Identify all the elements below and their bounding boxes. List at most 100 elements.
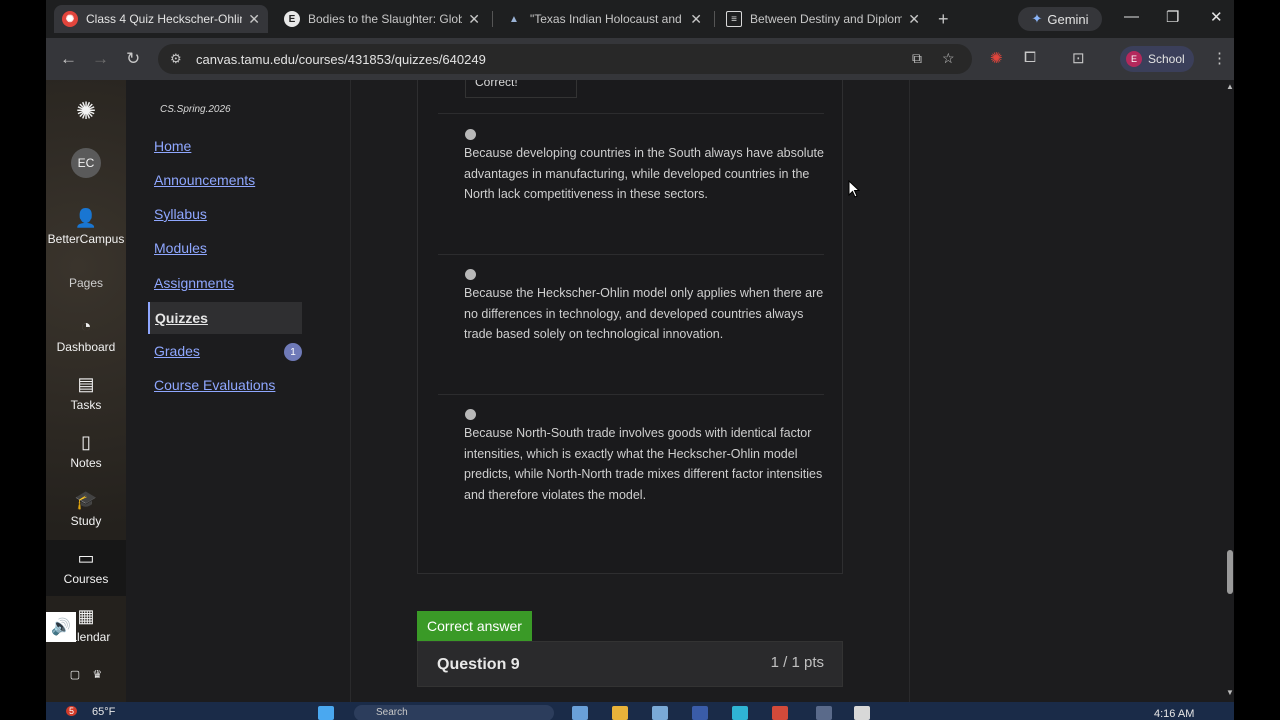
- e-icon: E: [284, 11, 300, 27]
- scroll-up-icon[interactable]: ▲: [1226, 82, 1234, 91]
- avatar: E: [1126, 51, 1142, 67]
- windows-start-icon[interactable]: [318, 706, 334, 720]
- tab-separator: [714, 11, 715, 27]
- notification-badge: 5: [66, 706, 78, 716]
- install-icon[interactable]: ⧉: [912, 50, 922, 67]
- course-term: CS.Spring.2026: [160, 104, 231, 115]
- question-points: 1 / 1 pts: [770, 654, 824, 671]
- close-icon[interactable]: ✕: [468, 11, 480, 28]
- address-bar[interactable]: ⚙ canvas.tamu.edu/courses/431853/quizzes…: [158, 44, 972, 74]
- tab-quiz[interactable]: ✺ Class 4 Quiz Heckscher-Ohlin M ✕: [54, 5, 268, 33]
- taskbar-app-icon[interactable]: [732, 706, 748, 720]
- file-explorer-icon[interactable]: [612, 706, 628, 720]
- answer-divider: [438, 394, 824, 395]
- global-navigation: ✺ EC 👤 BetterCampus Pages ◔ Dashboard ▤ …: [46, 80, 126, 702]
- scroll-down-icon[interactable]: ▼: [1226, 688, 1234, 697]
- course-link-home[interactable]: Home: [154, 138, 191, 154]
- back-icon[interactable]: ←: [60, 49, 77, 69]
- taskbar-app-icon[interactable]: [572, 706, 588, 720]
- extensions-puzzle-icon[interactable]: ⧠: [1024, 49, 1036, 66]
- bookmark-star-icon[interactable]: ☆: [942, 50, 955, 67]
- nav-courses[interactable]: ▭ Courses: [46, 540, 126, 596]
- weather-widget[interactable]: 65°F: [92, 706, 115, 718]
- nav-bettercampus[interactable]: 👤 BetterCampus: [46, 208, 126, 246]
- answer-divider: [438, 113, 824, 114]
- question-header: Question 9 1 / 1 pts: [417, 641, 843, 687]
- sparkle-icon: ✦: [1031, 11, 1043, 26]
- taskbar-app-icon[interactable]: [854, 706, 870, 720]
- nav-footer-icons: ▢ ♛: [46, 668, 126, 681]
- tab-bodies[interactable]: E Bodies to the Slaughter: Global ✕: [276, 5, 488, 33]
- minimize-icon[interactable]: —: [1124, 8, 1139, 25]
- correct-answer-tag: Correct answer: [417, 611, 532, 641]
- nav-dashboard[interactable]: ◔ Dashboard: [46, 316, 126, 354]
- canvas-logo-icon[interactable]: ✺: [46, 100, 126, 126]
- course-link-grades[interactable]: Grades: [154, 343, 200, 359]
- new-tab-button[interactable]: +: [938, 9, 949, 30]
- forward-icon[interactable]: →: [92, 49, 109, 69]
- answer-radio: [465, 269, 476, 280]
- account-button[interactable]: EC: [46, 148, 126, 178]
- canvas-icon: ✺: [62, 11, 78, 27]
- answer-option: Because the Heckscher-Ohlin model only a…: [464, 286, 824, 341]
- taskbar-search[interactable]: Search: [354, 705, 554, 720]
- answer-option: Because developing countries in the Sout…: [464, 146, 824, 201]
- taskbar-app-icon[interactable]: [652, 706, 668, 720]
- nav-notes[interactable]: ▯ Notes: [46, 432, 126, 470]
- taskbar-app-icon[interactable]: [816, 706, 832, 720]
- reload-icon[interactable]: ↻: [126, 49, 140, 69]
- nav-pages[interactable]: Pages: [46, 276, 126, 290]
- page-content: ✺ EC 👤 BetterCampus Pages ◔ Dashboard ▤ …: [46, 80, 1234, 702]
- answer-option: Because North-South trade involves goods…: [464, 426, 823, 502]
- close-icon[interactable]: ✕: [690, 11, 702, 28]
- grades-count-badge: 1: [284, 343, 302, 361]
- dashboard-icon: ◔: [80, 316, 92, 336]
- close-window-icon[interactable]: ✕: [1210, 8, 1223, 26]
- tasks-icon: ▤: [77, 374, 95, 394]
- question-title: Question 9: [437, 656, 520, 673]
- chrome-icon[interactable]: [772, 706, 788, 720]
- mouse-cursor-icon: [848, 180, 860, 198]
- course-link-modules[interactable]: Modules: [154, 240, 207, 256]
- menu-kebab-icon[interactable]: ⋮: [1212, 49, 1227, 67]
- tab-separator: [492, 11, 493, 27]
- nav-tasks[interactable]: ▤ Tasks: [46, 374, 126, 412]
- person-icon: 👤: [74, 208, 98, 228]
- scrollbar-thumb[interactable]: [1227, 550, 1233, 594]
- course-link-course-evaluations[interactable]: Course Evaluations: [154, 377, 275, 393]
- browser-window: ✺ Class 4 Quiz Heckscher-Ohlin M ✕ E Bod…: [46, 0, 1234, 702]
- answer-divider: [438, 254, 824, 255]
- study-icon: 🎓: [74, 490, 98, 510]
- extension-canvas-icon[interactable]: ✺: [990, 49, 1003, 67]
- course-link-announcements[interactable]: Announcements: [154, 172, 255, 188]
- tamu-icon: ▲: [509, 13, 519, 25]
- site-info-icon[interactable]: ⚙: [170, 51, 188, 67]
- course-link-assignments[interactable]: Assignments: [154, 275, 234, 291]
- tab-texas[interactable]: ▲ "Texas Indian Holocaust and Su ✕: [498, 5, 710, 33]
- page-scrollbar[interactable]: ▲ ▼: [1225, 80, 1234, 702]
- course-navigation: CS.Spring.2026 Home Announcements Syllab…: [126, 80, 350, 702]
- tab-search-icon[interactable]: ⊡: [1072, 49, 1085, 67]
- course-link-syllabus[interactable]: Syllabus: [154, 206, 207, 222]
- course-link-quizzes[interactable]: Quizzes: [148, 302, 302, 334]
- courses-icon: ▭: [77, 548, 95, 568]
- tab-destiny[interactable]: ≡ Between Destiny and Diplomac ✕: [718, 5, 928, 33]
- browser-toolbar: ← → ↻ ⚙ canvas.tamu.edu/courses/431853/q…: [46, 38, 1234, 80]
- crown-icon[interactable]: ♛: [92, 669, 102, 681]
- correct-tag: Correct!: [465, 80, 577, 98]
- tab-strip: ✺ Class 4 Quiz Heckscher-Ohlin M ✕ E Bod…: [46, 0, 1234, 38]
- close-icon[interactable]: ✕: [908, 11, 920, 28]
- answer-radio: [465, 409, 476, 420]
- avatar: EC: [71, 148, 101, 178]
- nav-study[interactable]: 🎓 Study: [46, 490, 126, 528]
- close-icon[interactable]: ✕: [248, 11, 260, 28]
- profile-button[interactable]: E School: [1120, 46, 1194, 72]
- notes-icon: ▯: [81, 432, 91, 452]
- taskbar-app-icon[interactable]: [692, 706, 708, 720]
- doc-icon: ≡: [726, 11, 742, 27]
- gemini-button[interactable]: ✦ Gemini: [1018, 7, 1102, 31]
- chat-icon[interactable]: ▢: [70, 669, 80, 681]
- speaker-icon[interactable]: 🔊: [46, 612, 76, 642]
- restore-icon[interactable]: ❐: [1166, 8, 1179, 26]
- windows-taskbar: 5 65°F Search 4:16 AM: [46, 702, 1234, 720]
